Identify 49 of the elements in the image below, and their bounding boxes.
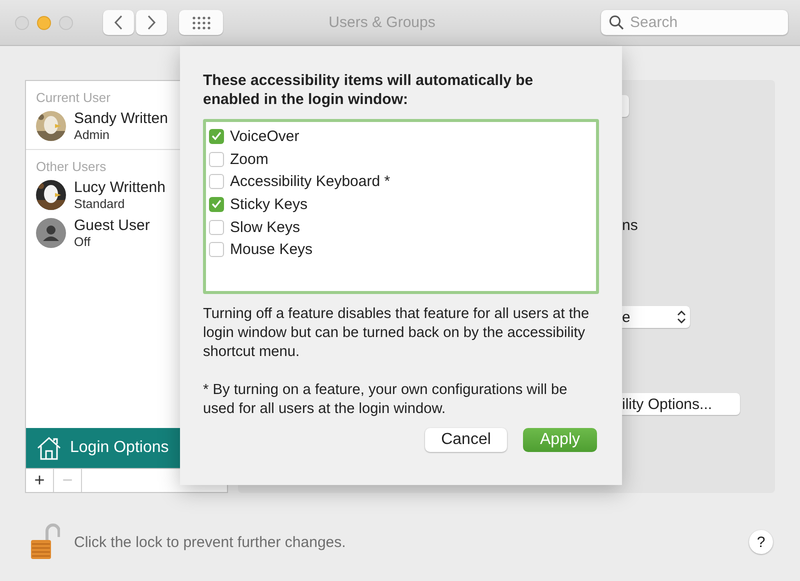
person-icon [36, 218, 66, 248]
section-heading: Current User [35, 89, 110, 105]
checkbox[interactable] [209, 128, 224, 144]
chevron-right-icon [147, 15, 156, 30]
user-name[interactable]: Lucy Writtenh [74, 179, 166, 196]
check-icon [211, 131, 222, 142]
checkbox[interactable] [209, 152, 224, 167]
padlock-icon [30, 523, 60, 561]
sheet-heading: These accessibility items will automatically be enabled in the login window: [203, 71, 534, 109]
info-text: Turning off a feature disables that feature for all users at the login window but can be turned back on by the accessibility shortcut menu. [203, 305, 590, 362]
minimize-button[interactable] [37, 16, 51, 30]
section-heading: Other Users [35, 158, 106, 174]
show-all-button[interactable] [179, 10, 223, 35]
close-button[interactable] [15, 16, 29, 30]
lock-message: Click the lock to prevent further changes. [74, 534, 347, 550]
cancel-button[interactable]: Cancel [425, 428, 507, 452]
popup-button[interactable]: e [622, 306, 690, 328]
forward-button[interactable] [136, 10, 167, 35]
popup-button[interactable] [622, 95, 629, 117]
checkbox-label[interactable]: Sticky Keys [230, 196, 308, 213]
house-icon [36, 436, 62, 460]
checkbox-label[interactable]: Slow Keys [230, 218, 300, 236]
checkbox[interactable] [209, 196, 224, 212]
check-icon [211, 199, 222, 210]
checkbox-label[interactable]: Accessibility Keyboard * [230, 173, 390, 190]
footnote-text: * By turning on a feature, your own configurations will be used for all users at the login window. [203, 381, 568, 419]
option-label: ns [622, 217, 638, 234]
help-button[interactable]: ? [749, 530, 773, 554]
checkbox[interactable] [209, 174, 224, 190]
checkbox-label[interactable]: Zoom [230, 150, 268, 168]
zoom-button[interactable] [59, 16, 73, 30]
grid-icon [192, 16, 210, 30]
user-role: Standard [74, 197, 126, 211]
login-options-item[interactable]: Login Options [26, 428, 180, 468]
user-name[interactable]: Guest User [74, 217, 150, 234]
window-title: Users & Groups [328, 14, 436, 31]
user-name[interactable]: Sandy Written [74, 110, 168, 127]
user-role: Admin [74, 128, 110, 142]
checkbox[interactable] [209, 242, 224, 258]
back-button[interactable] [103, 10, 134, 35]
chevron-left-icon [114, 15, 123, 30]
checkbox-label[interactable]: VoiceOver [230, 128, 300, 145]
stepper-icon [677, 310, 686, 324]
checkbox[interactable] [209, 220, 224, 235]
checkbox-label[interactable]: Mouse Keys [230, 241, 313, 258]
search-field[interactable]: Search [601, 10, 788, 35]
user-role: Off [74, 235, 92, 249]
options-button[interactable]: ility Options... [622, 393, 740, 415]
search-icon [609, 15, 624, 30]
